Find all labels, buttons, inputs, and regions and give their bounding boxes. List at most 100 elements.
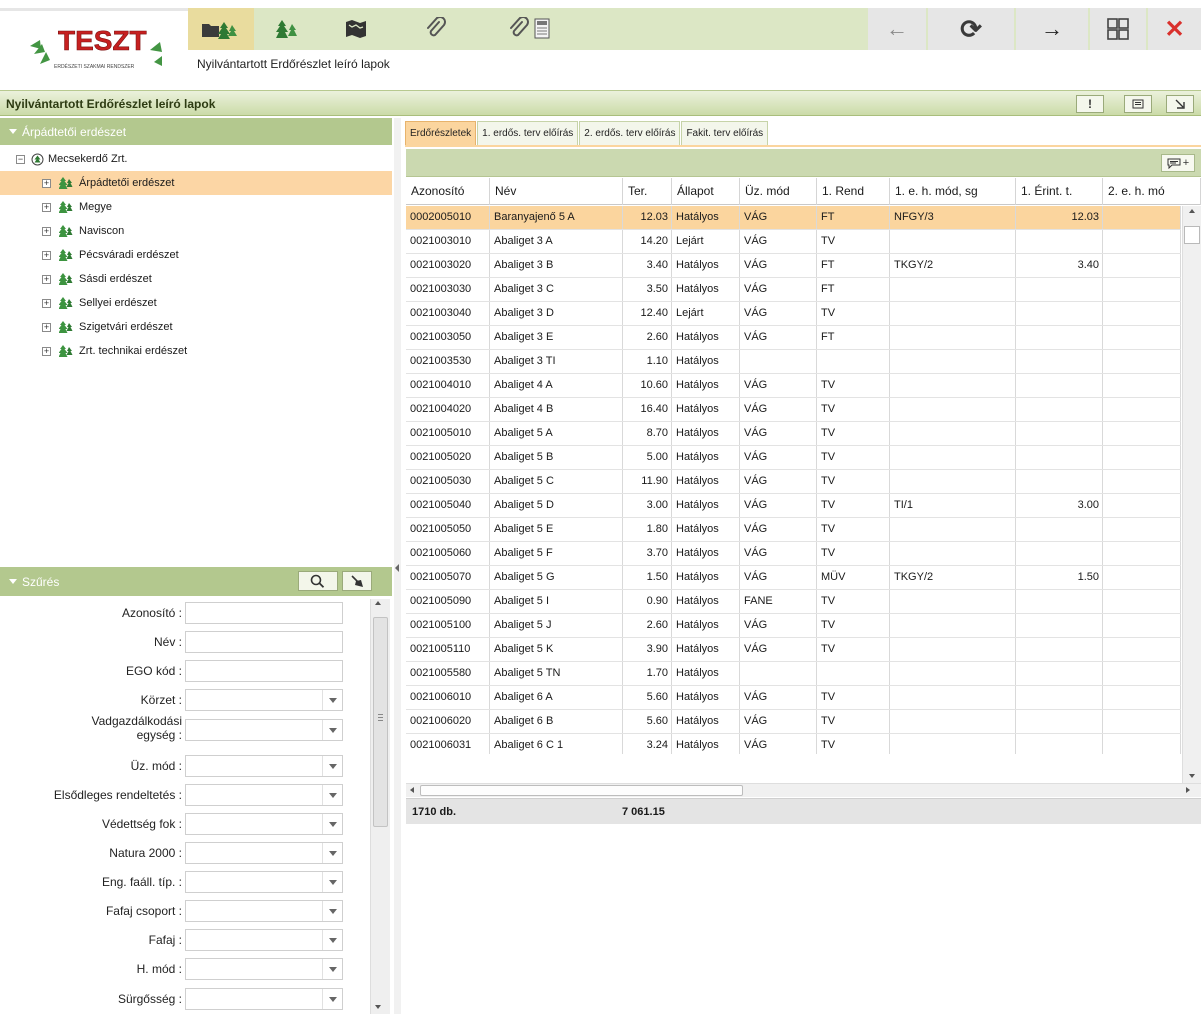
- forward-button[interactable]: →: [1016, 8, 1088, 50]
- expand-icon[interactable]: +: [42, 250, 51, 260]
- filter-select[interactable]: [185, 929, 343, 951]
- table-row[interactable]: 0021003530 Abaliget 3 TI 1.10 Hatályos: [406, 350, 1181, 374]
- clear-filter-button[interactable]: [342, 571, 372, 591]
- filter-select[interactable]: [185, 784, 343, 806]
- dropdown-arrow-icon[interactable]: [322, 690, 342, 710]
- filter-input[interactable]: [185, 631, 343, 653]
- table-row[interactable]: 0021003020 Abaliget 3 B 3.40 Hatályos VÁG FT T…: [406, 254, 1181, 278]
- alert-button[interactable]: !: [1076, 95, 1104, 113]
- collapse-icon[interactable]: −: [16, 154, 25, 164]
- filter-select[interactable]: [185, 988, 343, 1010]
- tab[interactable]: Erdőrészletek: [405, 121, 477, 145]
- filter-select[interactable]: [185, 813, 343, 835]
- close-app-button[interactable]: ✕: [1148, 8, 1201, 50]
- collapse-left-icon[interactable]: [395, 564, 399, 572]
- table-row[interactable]: 0021005020 Abaliget 5 B 5.00 Hatályos VÁG TV: [406, 446, 1181, 470]
- expand-icon[interactable]: +: [42, 226, 51, 236]
- filter-select[interactable]: [185, 719, 343, 741]
- tab[interactable]: 1. erdős. terv előírás: [477, 121, 579, 145]
- minimize-button[interactable]: [1166, 95, 1194, 113]
- filter-select[interactable]: [185, 958, 343, 980]
- scroll-down-icon[interactable]: [1189, 774, 1195, 778]
- grid-horizontal-scrollbar[interactable]: [406, 783, 1201, 797]
- dropdown-arrow-icon[interactable]: [322, 720, 342, 740]
- tab[interactable]: Fakit. terv előírás: [681, 121, 769, 145]
- dropdown-arrow-icon[interactable]: [322, 930, 342, 950]
- table-row[interactable]: 0021005040 Abaliget 5 D 3.00 Hatályos VÁG TV T…: [406, 494, 1181, 518]
- refresh-button[interactable]: ⟳: [928, 8, 1014, 50]
- panel-splitter[interactable]: [394, 118, 401, 1014]
- table-row[interactable]: 0021006031 Abaliget 6 C 1 3.24 Hatályos VÁG T…: [406, 734, 1181, 754]
- filter-input[interactable]: [185, 602, 343, 624]
- tree-item[interactable]: + Pécsváradi erdészet: [0, 243, 392, 267]
- column-header[interactable]: 2. e. h. mó: [1103, 178, 1201, 205]
- scroll-down-icon[interactable]: [375, 1005, 381, 1009]
- dropdown-arrow-icon[interactable]: [322, 785, 342, 805]
- filter-select[interactable]: [185, 842, 343, 864]
- table-row[interactable]: 0021005110 Abaliget 5 K 3.90 Hatályos VÁG TV: [406, 638, 1181, 662]
- dropdown-arrow-icon[interactable]: [322, 814, 342, 834]
- scroll-left-icon[interactable]: [410, 787, 414, 793]
- table-row[interactable]: 0021004010 Abaliget 4 A 10.60 Hatályos VÁG TV: [406, 374, 1181, 398]
- table-row[interactable]: 0021003050 Abaliget 3 E 2.60 Hatályos VÁG FT: [406, 326, 1181, 350]
- filter-input[interactable]: [185, 660, 343, 682]
- column-header[interactable]: Állapot: [672, 178, 740, 205]
- scroll-right-icon[interactable]: [1186, 787, 1190, 793]
- dropdown-arrow-icon[interactable]: [322, 872, 342, 892]
- print-button[interactable]: [1124, 95, 1152, 113]
- filter-select[interactable]: [185, 689, 343, 711]
- column-header[interactable]: 1. e. h. mód, sg: [890, 178, 1016, 205]
- trees-button[interactable]: [258, 8, 316, 50]
- map-button[interactable]: [320, 8, 392, 50]
- filter-select[interactable]: [185, 900, 343, 922]
- column-header[interactable]: 1. Érint. t.: [1016, 178, 1103, 205]
- scroll-up-icon[interactable]: [375, 601, 381, 605]
- expand-icon[interactable]: +: [42, 322, 51, 332]
- attachment-button[interactable]: [400, 8, 470, 50]
- table-row[interactable]: 0021004020 Abaliget 4 B 16.40 Hatályos VÁG TV: [406, 398, 1181, 422]
- filter-select[interactable]: [185, 871, 343, 893]
- table-row[interactable]: 0021005090 Abaliget 5 I 0.90 Hatályos FANE TV: [406, 590, 1181, 614]
- table-row[interactable]: 0021003010 Abaliget 3 A 14.20 Lejárt VÁG TV: [406, 230, 1181, 254]
- tree-item[interactable]: + Árpádtetői erdészet: [0, 171, 392, 195]
- tree-item[interactable]: + Szigetvári erdészet: [0, 315, 392, 339]
- expand-icon[interactable]: +: [42, 202, 51, 212]
- expand-icon[interactable]: +: [42, 346, 51, 356]
- table-row[interactable]: 0021005050 Abaliget 5 E 1.80 Hatályos VÁG TV: [406, 518, 1181, 542]
- table-row[interactable]: 0021005060 Abaliget 5 F 3.70 Hatályos VÁG TV: [406, 542, 1181, 566]
- scroll-up-icon[interactable]: [1189, 209, 1195, 213]
- table-row[interactable]: 0021003040 Abaliget 3 D 12.40 Lejárt VÁG TV: [406, 302, 1181, 326]
- expand-icon[interactable]: +: [42, 298, 51, 308]
- grid-hscroll-thumb[interactable]: [420, 785, 743, 796]
- tab[interactable]: 2. erdős. terv előírás: [579, 121, 681, 145]
- dropdown-arrow-icon[interactable]: [322, 989, 342, 1009]
- filter-scroll-thumb[interactable]: [373, 617, 388, 827]
- dropdown-arrow-icon[interactable]: [322, 959, 342, 979]
- table-row[interactable]: 0002005010 Baranyajenő 5 A 12.03 Hatályos VÁ…: [406, 206, 1181, 230]
- tree-item[interactable]: + Megye: [0, 195, 392, 219]
- grid-scroll-thumb[interactable]: [1184, 226, 1200, 244]
- open-list-button[interactable]: [188, 8, 254, 50]
- table-row[interactable]: 0021006020 Abaliget 6 B 5.60 Hatályos VÁG TV: [406, 710, 1181, 734]
- attachment-pdf-button[interactable]: [478, 8, 588, 50]
- table-row[interactable]: 0021005070 Abaliget 5 G 1.50 Hatályos VÁG MÜV…: [406, 566, 1181, 590]
- table-row[interactable]: 0021003030 Abaliget 3 C 3.50 Hatályos VÁG FT: [406, 278, 1181, 302]
- table-row[interactable]: 0021005030 Abaliget 5 C 11.90 Hatályos VÁG TV: [406, 470, 1181, 494]
- dropdown-arrow-icon[interactable]: [322, 756, 342, 776]
- dropdown-arrow-icon[interactable]: [322, 843, 342, 863]
- column-header[interactable]: Üz. mód: [740, 178, 817, 205]
- tree-item[interactable]: + Sásdi erdészet: [0, 267, 392, 291]
- column-header[interactable]: 1. Rend: [817, 178, 890, 205]
- tree-panel-header[interactable]: Árpádtetői erdészet: [0, 118, 392, 145]
- tree-root[interactable]: − Mecsekerdő Zrt.: [0, 147, 392, 171]
- table-row[interactable]: 0021005100 Abaliget 5 J 2.60 Hatályos VÁG TV: [406, 614, 1181, 638]
- tree-item[interactable]: + Naviscon: [0, 219, 392, 243]
- table-row[interactable]: 0021006010 Abaliget 6 A 5.60 Hatályos VÁG TV: [406, 686, 1181, 710]
- column-header[interactable]: Azonosító: [406, 178, 490, 205]
- expand-icon[interactable]: +: [42, 274, 51, 284]
- column-header[interactable]: Név: [490, 178, 623, 205]
- table-row[interactable]: 0021005580 Abaliget 5 TN 1.70 Hatályos: [406, 662, 1181, 686]
- filter-scrollbar[interactable]: [370, 599, 390, 1014]
- search-button[interactable]: [298, 571, 338, 591]
- filter-panel-header[interactable]: Szűrés: [0, 567, 392, 596]
